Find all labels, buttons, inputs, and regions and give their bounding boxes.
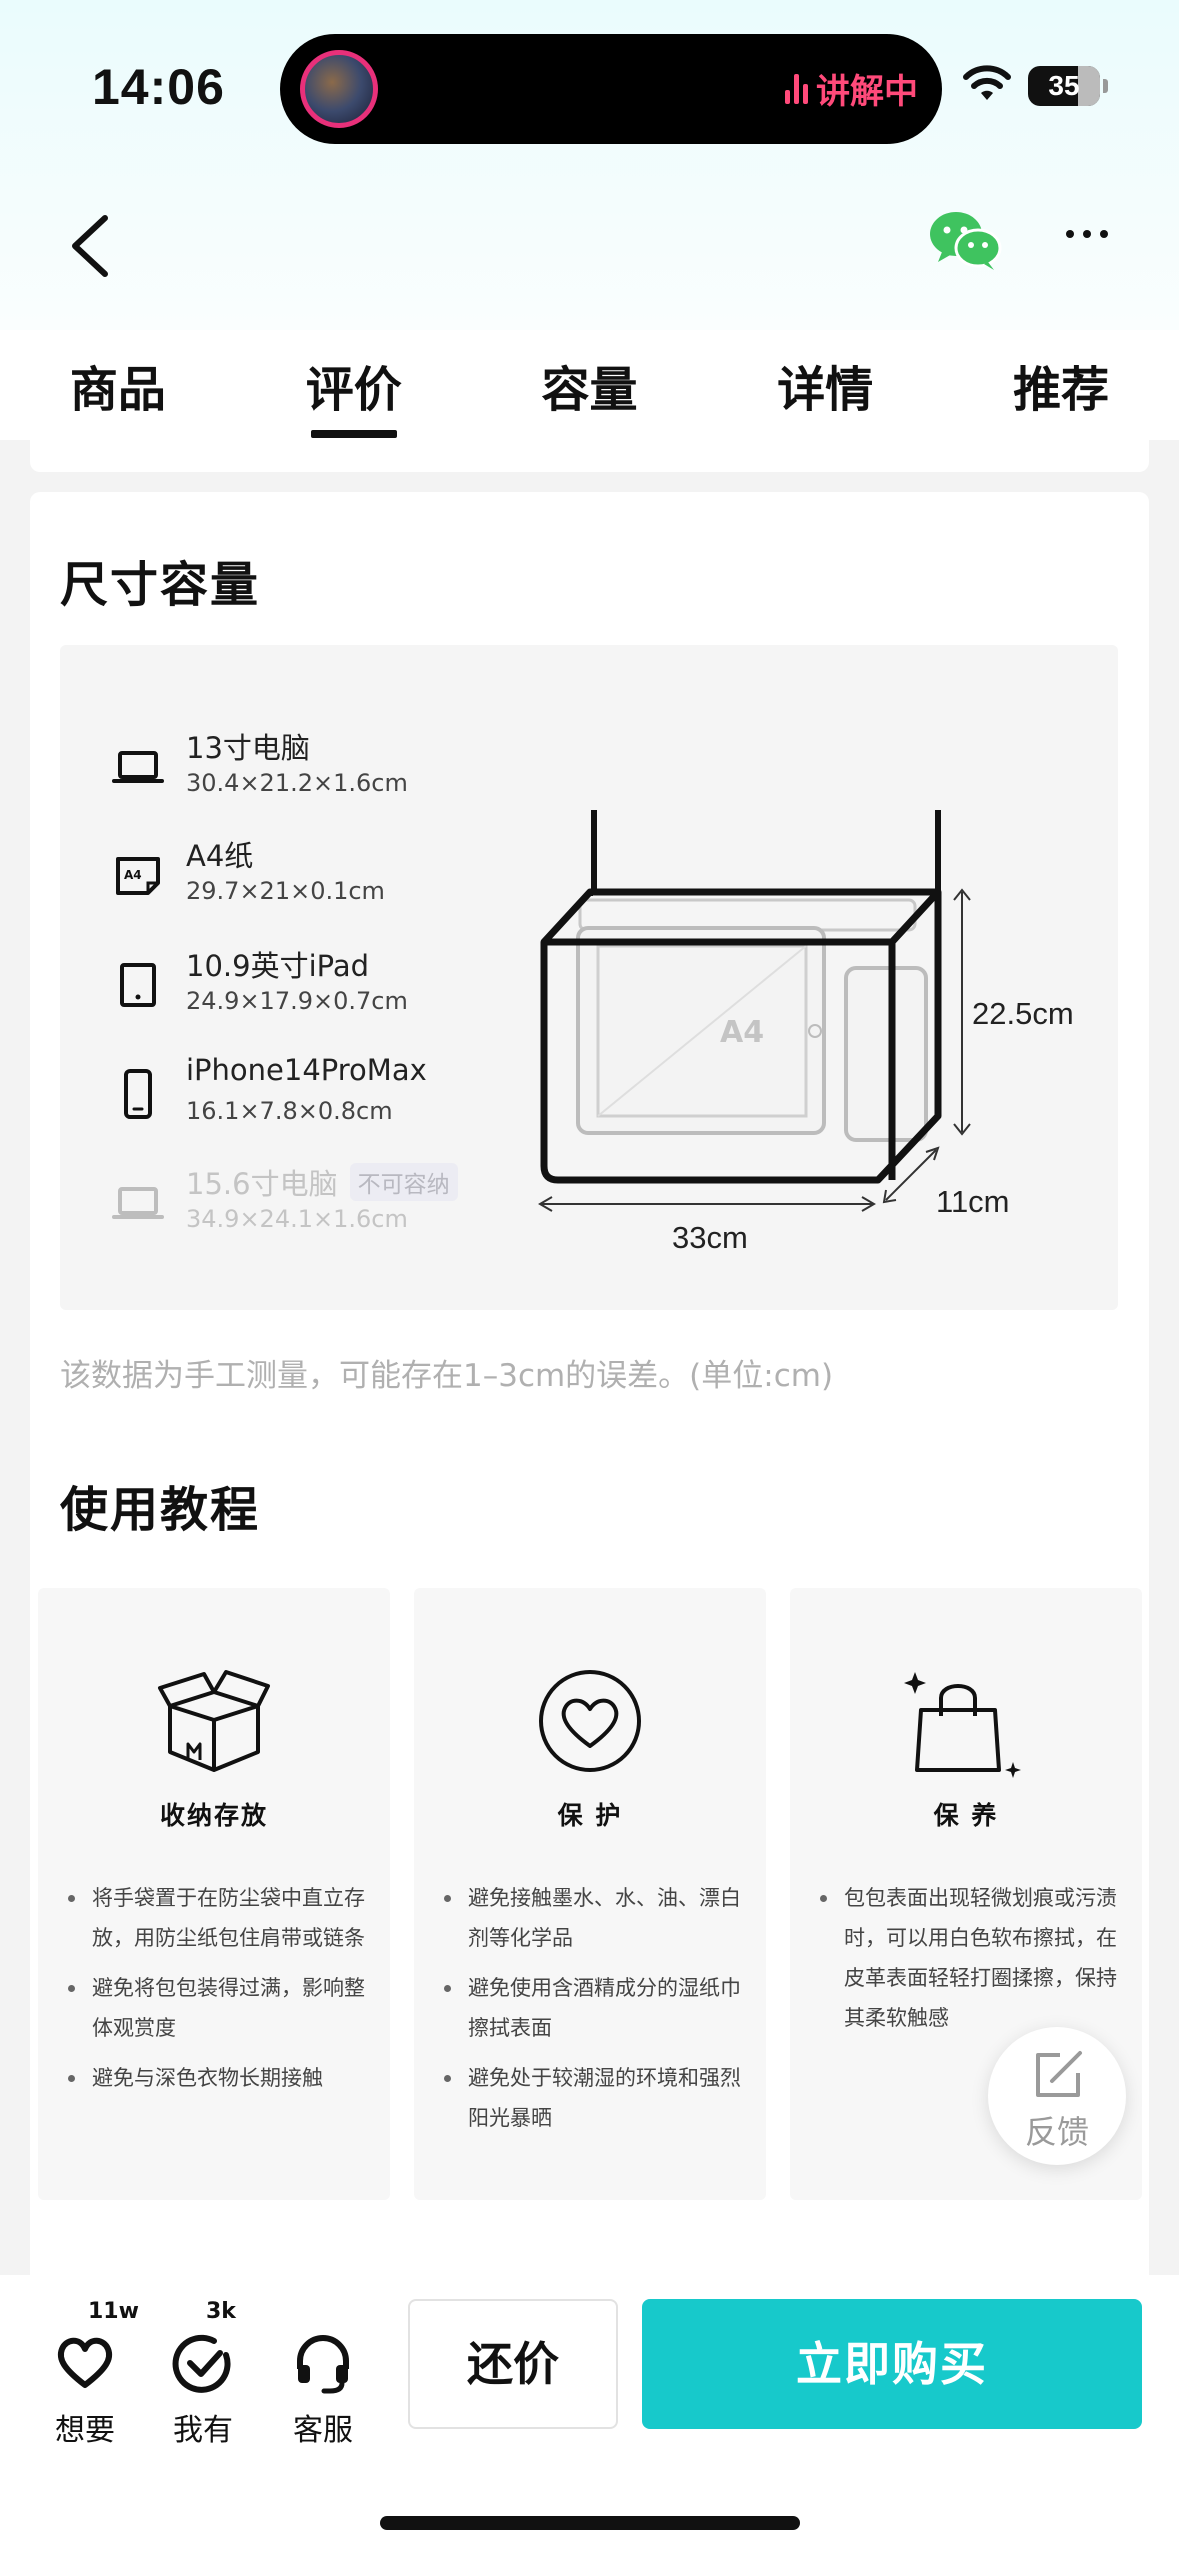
phone-icon bbox=[124, 1069, 152, 1119]
have-count: 3k bbox=[206, 2299, 236, 2324]
width-label: 33cm bbox=[672, 1220, 748, 1255]
size-item-name: 10.9英寸iPad bbox=[186, 949, 369, 983]
edit-icon bbox=[1036, 2051, 1082, 2097]
size-item-name: 15.6寸电脑 不可容纳 bbox=[186, 1161, 458, 1203]
tutorial-card-list: 包包表面出现轻微划痕或污渍时，可以用白色软布擦拭，在皮革表面轻轻打圈揉擦，保持其… bbox=[818, 1878, 1128, 2048]
tutorial-point: 将手袋置于在防尘袋中直立存放，用防尘纸包住肩带或链条 bbox=[66, 1878, 376, 1958]
tab-product[interactable]: 商品 bbox=[0, 330, 236, 440]
home-indicator[interactable] bbox=[380, 2516, 800, 2530]
size-item-name: iPhone14ProMax bbox=[186, 1053, 427, 1087]
tutorial-card-storage: 收纳存放 将手袋置于在防尘袋中直立存放，用防尘纸包住肩带或链条 避免将包包装得过… bbox=[38, 1588, 390, 2200]
tutorial-point: 避免将包包装得过满，影响整体观赏度 bbox=[66, 1968, 376, 2048]
size-item-15-laptop: 15.6寸电脑 不可容纳 34.9×24.1×1.6cm bbox=[110, 1161, 510, 1251]
a4-paper-icon: A4 bbox=[116, 857, 160, 895]
headset-icon bbox=[297, 2335, 349, 2394]
tutorial-card-title: 收纳存放 bbox=[159, 1801, 268, 1830]
buy-now-button[interactable]: 立即购买 bbox=[642, 2299, 1142, 2429]
laptop-icon bbox=[112, 1187, 164, 1219]
size-section-title: 尺寸容量 bbox=[60, 557, 261, 613]
not-fit-badge: 不可容纳 bbox=[349, 1163, 458, 1201]
wechat-share-icon[interactable] bbox=[928, 210, 1004, 272]
dynamic-island[interactable]: 讲解中 bbox=[280, 34, 942, 144]
bargain-button[interactable]: 还价 bbox=[408, 2299, 618, 2429]
size-item-name: 13寸电脑 bbox=[186, 731, 310, 765]
measurement-note: 该数据为手工测量，可能存在1–3cm的误差。(单位:cm) bbox=[60, 1358, 834, 1394]
tutorial-point: 避免使用含酒精成分的湿纸巾擦拭表面 bbox=[442, 1968, 752, 2048]
wifi-icon bbox=[963, 65, 1011, 100]
want-label: 想要 bbox=[55, 2413, 115, 2448]
battery-level: 35 bbox=[1048, 70, 1080, 101]
bottom-action-bar: 11w 想要 3k 我有 客服 还价 立即购买 bbox=[0, 2275, 1179, 2556]
back-arrow-icon[interactable] bbox=[56, 210, 126, 280]
depth-label: 11cm bbox=[936, 1184, 1010, 1219]
tutorial-point: 避免处于较潮湿的环境和强烈阳光暴晒 bbox=[442, 2058, 752, 2138]
feedback-label: 反馈 bbox=[1024, 2113, 1089, 2151]
status-time: 14:06 bbox=[92, 59, 225, 115]
tutorial-card-title: 保 养 bbox=[933, 1801, 999, 1830]
more-menu-icon[interactable] bbox=[1066, 230, 1108, 238]
tablet-icon bbox=[120, 963, 156, 1007]
size-item-ipad: 10.9英寸iPad 24.9×17.9×0.7cm bbox=[110, 943, 510, 1033]
size-item-dims: 16.1×7.8×0.8cm bbox=[186, 1097, 393, 1125]
size-item-a4: A4 A4纸 29.7×21×0.1cm bbox=[110, 833, 510, 923]
tutorial-card-title: 保 护 bbox=[557, 1801, 623, 1830]
tutorial-card-list: 避免接触墨水、水、油、漂白剂等化学品 避免使用含酒精成分的湿纸巾擦拭表面 避免处… bbox=[442, 1878, 752, 2148]
heart-outline-icon bbox=[57, 2337, 113, 2388]
tutorial-point: 包包表面出现轻微划痕或污渍时，可以用白色软布擦拭，在皮革表面轻轻打圈揉擦，保持其… bbox=[818, 1878, 1128, 2038]
size-item-dims: 34.9×24.1×1.6cm bbox=[186, 1205, 408, 1233]
want-count: 11w bbox=[88, 2299, 139, 2324]
tab-reviews[interactable]: 评价 bbox=[236, 330, 472, 440]
tab-bar: 商品 评价 容量 详情 推荐 bbox=[0, 330, 1179, 440]
shopping-bag-icon bbox=[904, 1672, 1021, 1778]
service-label: 客服 bbox=[293, 2413, 353, 2448]
feedback-button[interactable]: 反馈 bbox=[988, 2027, 1126, 2165]
size-item-iphone: iPhone14ProMax 16.1×7.8×0.8cm bbox=[110, 1053, 510, 1143]
live-indicator[interactable]: 讲解中 bbox=[785, 64, 918, 113]
battery-indicator: 35 bbox=[1028, 66, 1108, 106]
size-item-dims: 24.9×17.9×0.7cm bbox=[186, 987, 408, 1015]
tab-details[interactable]: 详情 bbox=[707, 330, 943, 440]
height-label: 22.5cm bbox=[972, 996, 1074, 1031]
laptop-icon bbox=[112, 751, 164, 783]
tutorial-point: 避免接触墨水、水、油、漂白剂等化学品 bbox=[442, 1878, 752, 1958]
size-item-dims: 29.7×21×0.1cm bbox=[186, 877, 385, 905]
previous-card-edge bbox=[30, 440, 1149, 472]
tutorial-card-protect: 保 护 避免接触墨水、水、油、漂白剂等化学品 避免使用含酒精成分的湿纸巾擦拭表面… bbox=[414, 1588, 766, 2200]
tutorial-point: 避免与深色衣物长期接触 bbox=[66, 2058, 376, 2098]
size-item-13-laptop: 13寸电脑 30.4×21.2×1.6cm bbox=[110, 725, 510, 815]
paper-label: A4 bbox=[720, 1015, 764, 1050]
box-icon bbox=[158, 1670, 270, 1772]
tutorial-card-list: 将手袋置于在防尘袋中直立存放，用防尘纸包住肩带或链条 避免将包包装得过满，影响整… bbox=[66, 1878, 376, 2108]
live-label: 讲解中 bbox=[816, 72, 918, 112]
svg-text:A4: A4 bbox=[124, 868, 142, 882]
live-avatar[interactable] bbox=[300, 50, 378, 128]
tutorial-section-title: 使用教程 bbox=[60, 1482, 261, 1538]
size-item-name: A4纸 bbox=[186, 839, 254, 873]
check-circle-icon bbox=[172, 2334, 231, 2393]
size-item-name-text: 15.6寸电脑 bbox=[186, 1167, 338, 1201]
tab-capacity[interactable]: 容量 bbox=[472, 330, 708, 440]
status-bar: 14:06 讲解中 35 bbox=[0, 0, 1179, 175]
heart-icon bbox=[539, 1670, 641, 1772]
size-item-dims: 30.4×21.2×1.6cm bbox=[186, 769, 408, 797]
have-label: 我有 bbox=[173, 2413, 233, 2448]
tab-recommend[interactable]: 推荐 bbox=[943, 330, 1179, 440]
audio-bars-icon bbox=[785, 73, 808, 104]
